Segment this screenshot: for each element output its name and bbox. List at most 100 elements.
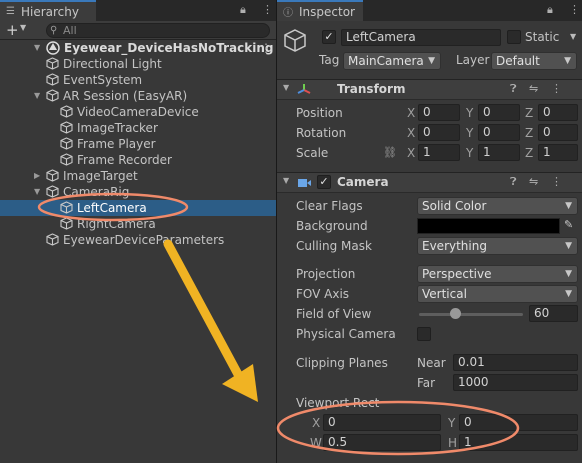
gameobject-cube-icon — [46, 89, 59, 102]
scale-x-field[interactable]: 1 — [418, 144, 460, 161]
tree-item-label: ImageTracker — [77, 121, 158, 135]
tree-item[interactable]: Frame Player — [0, 136, 276, 152]
tag-dropdown[interactable]: MainCamera ▼ — [343, 52, 441, 70]
fov-field[interactable]: 60 — [529, 305, 578, 322]
gameobject-cube-icon — [60, 153, 73, 166]
hierarchy-panel: ☰ Hierarchy 🔒︎ ⋮ + ▼ ⚲ All ▼ Eyewear_Dev… — [0, 0, 276, 463]
position-z-field[interactable]: 0 — [538, 104, 578, 121]
layer-dropdown[interactable]: Default ▼ — [491, 52, 577, 70]
tab-inspector[interactable]: ⓘ Inspector — [277, 0, 363, 21]
tree-item[interactable]: Directional Light — [0, 56, 276, 72]
chevron-down-icon: ▼ — [564, 56, 571, 66]
camera-header[interactable]: ▼ ✓ Camera ❓︎ ⇋ ⋮ — [277, 172, 582, 193]
layer-label: Layer — [456, 53, 490, 67]
tree-item[interactable]: EventSystem — [0, 72, 276, 88]
rotation-z-field[interactable]: 0 — [538, 124, 578, 141]
viewport-rect-label: Viewport Rect — [296, 396, 380, 410]
eyedropper-icon[interactable]: ✎ — [564, 218, 573, 231]
fov-slider-track[interactable] — [419, 313, 523, 316]
help-icon[interactable]: ❓︎ — [510, 175, 517, 189]
tree-item[interactable]: ▼ CameraRig — [0, 184, 276, 200]
physical-camera-checkbox[interactable] — [417, 327, 431, 341]
tree-item[interactable]: VideoCameraDevice — [0, 104, 276, 120]
kebab-menu-icon[interactable]: ⋮ — [551, 82, 562, 95]
far-field[interactable]: 1000 — [453, 374, 578, 391]
viewport-h-field[interactable]: 1 — [459, 434, 578, 451]
tree-item[interactable]: ▼ AR Session (EasyAR) — [0, 88, 276, 104]
chevron-down-icon: ▼ — [565, 241, 572, 251]
lock-icon[interactable]: 🔒︎ — [547, 3, 553, 17]
expand-arrow-icon[interactable]: ▼ — [34, 40, 40, 56]
scale-y-field[interactable]: 1 — [478, 144, 520, 161]
near-field[interactable]: 0.01 — [453, 354, 578, 371]
culling-mask-dropdown[interactable]: Everything ▼ — [417, 237, 578, 255]
active-checkbox[interactable]: ✓ — [322, 30, 336, 44]
constrain-link-icon[interactable]: ⛓︎ — [383, 146, 397, 159]
scale-z-field[interactable]: 1 — [538, 144, 578, 161]
position-x-field[interactable]: 0 — [418, 104, 460, 121]
expand-arrow-icon[interactable]: ▶ — [34, 168, 40, 184]
rotation-y-field[interactable]: 0 — [478, 124, 520, 141]
gameobject-cube-icon — [60, 217, 73, 230]
camera-enabled-checkbox[interactable]: ✓ — [317, 175, 331, 189]
chevron-down-icon[interactable]: ▼ — [20, 23, 26, 32]
expand-arrow-icon[interactable]: ▼ — [34, 88, 40, 104]
tab-inspector-label: Inspector — [299, 4, 355, 19]
hierarchy-tabbar: ☰ Hierarchy 🔒︎ ⋮ — [0, 0, 276, 21]
tree-item[interactable]: LeftCamera — [0, 200, 276, 216]
list-icon: ☰ — [6, 6, 15, 17]
expand-arrow-icon[interactable]: ▼ — [283, 83, 289, 92]
kebab-menu-icon[interactable]: ⋮ — [262, 3, 273, 16]
fov-slider-thumb[interactable] — [450, 308, 461, 319]
chevron-down-icon[interactable]: ▼ — [570, 32, 576, 41]
chevron-down-icon: ▼ — [565, 269, 572, 279]
rotation-x-field[interactable]: 0 — [418, 124, 460, 141]
expand-arrow-icon[interactable]: ▼ — [283, 176, 289, 185]
chevron-down-icon: ▼ — [428, 56, 435, 66]
scene-menu-icon[interactable]: ⋮ — [260, 40, 272, 56]
tab-hierarchy[interactable]: ☰ Hierarchy — [0, 0, 96, 21]
tree-item-label: EyewearDeviceParameters — [63, 233, 225, 247]
viewport-y-field[interactable]: 0 — [459, 414, 578, 431]
presets-icon[interactable]: ⇋ — [529, 82, 538, 95]
tab-hierarchy-label: Hierarchy — [20, 4, 79, 19]
tree-item-label: Frame Recorder — [77, 153, 172, 167]
camera-icon — [298, 179, 311, 187]
tree-item[interactable]: RightCamera — [0, 216, 276, 232]
tag-value: MainCamera — [348, 54, 424, 68]
viewport-x-field[interactable]: 0 — [323, 414, 441, 431]
scene-row[interactable]: ▼ Eyewear_DeviceHasNoTracking ⋮ — [0, 40, 276, 56]
fov-axis-dropdown[interactable]: Vertical ▼ — [417, 285, 578, 303]
static-checkbox[interactable] — [507, 30, 521, 44]
add-button[interactable]: + — [6, 21, 19, 39]
rotation-label: Rotation — [296, 126, 347, 140]
viewport-w-field[interactable]: 0.5 — [323, 434, 441, 451]
kebab-menu-icon[interactable]: ⋮ — [551, 175, 562, 188]
expand-arrow-icon[interactable]: ▼ — [34, 184, 40, 200]
tree-item-label: Frame Player — [77, 137, 156, 151]
scale-z-axis-label: Z — [525, 146, 534, 160]
search-input[interactable]: ⚲ All — [46, 23, 270, 38]
scale-x-axis-label: X — [407, 146, 416, 160]
clear-flags-dropdown[interactable]: Solid Color ▼ — [417, 197, 578, 215]
tree-item[interactable]: ▶ ImageTarget — [0, 168, 276, 184]
transform-header[interactable]: ▼ Transform ❓︎ ⇋ ⋮ — [277, 79, 582, 100]
object-name-field[interactable]: LeftCamera — [341, 29, 501, 46]
tree-item[interactable]: ImageTracker — [0, 120, 276, 136]
background-label: Background — [296, 219, 368, 233]
clipping-planes-label: Clipping Planes — [296, 356, 388, 370]
position-y-field[interactable]: 0 — [478, 104, 520, 121]
help-icon[interactable]: ❓︎ — [510, 82, 517, 96]
kebab-menu-icon[interactable]: ⋮ — [569, 3, 580, 16]
gameobject-cube-icon — [46, 57, 59, 70]
gameobject-cube-icon — [60, 137, 73, 150]
presets-icon[interactable]: ⇋ — [529, 175, 538, 188]
scene-name: Eyewear_DeviceHasNoTracking — [64, 41, 274, 55]
projection-dropdown[interactable]: Perspective ▼ — [417, 265, 578, 283]
tree-item[interactable]: EyewearDeviceParameters — [0, 232, 276, 248]
gameobject-cube-icon — [60, 121, 73, 134]
gameobject-cube-icon — [46, 233, 59, 246]
lock-icon[interactable]: 🔒︎ — [240, 3, 246, 17]
background-color-swatch[interactable] — [417, 218, 560, 234]
tree-item[interactable]: Frame Recorder — [0, 152, 276, 168]
